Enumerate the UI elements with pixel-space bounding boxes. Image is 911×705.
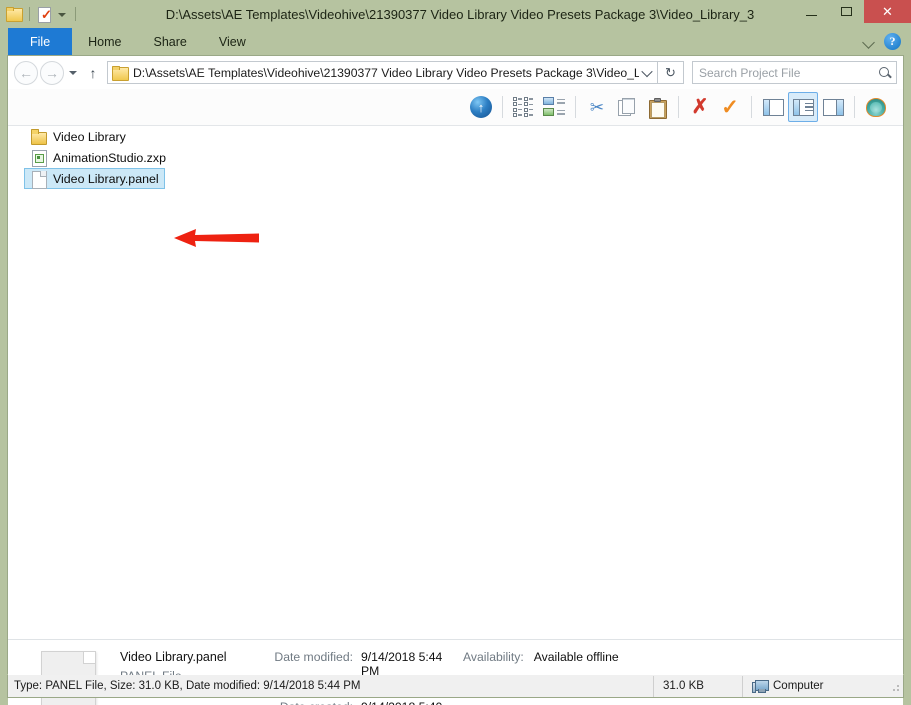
pane-split-icon [792,98,814,116]
details-row-date-modified: Date modified: 9/14/2018 5:44 PM [248,650,463,678]
scissors-icon: ✂ [589,97,605,117]
properties-icon[interactable] [37,6,52,23]
availability-value: Available offline [533,650,619,664]
status-size-text: 31.0 KB [663,680,704,692]
confirm-button[interactable]: ✓ [715,92,745,122]
window-controls: ✕ [794,0,911,28]
computer-icon [752,679,769,693]
qat-divider [29,7,30,21]
back-button[interactable]: ← [14,60,38,85]
toolbar-divider-3 [678,96,679,118]
status-location: Computer [743,679,903,693]
pane-right-icon [822,98,844,116]
details-value: 9/14/2018 5:44 PM [361,650,443,678]
details-availability-column: Availability: Available offline [463,649,619,664]
file-list[interactable]: Video Library AnimationStudio.zxp Video … [8,126,903,639]
search-input[interactable] [697,64,878,81]
details-label: Date modified: [274,650,353,664]
zxp-file-icon [30,149,48,167]
explorer-body: ← → ↑ D:\Assets\AE Templates\Videohive\2… [7,55,904,705]
address-bar-row: ← → ↑ D:\Assets\AE Templates\Videohive\2… [8,56,903,89]
chevron-down-icon[interactable] [639,69,655,77]
folder-icon [6,7,23,22]
list-item[interactable]: Video Library [24,126,132,147]
toolbar-divider-4 [751,96,752,118]
minimize-button[interactable] [794,0,829,23]
status-location-text: Computer [773,680,824,692]
search-box[interactable] [692,61,897,84]
details-row-date-created: Date created: 9/14/2018 5:40 PM [248,700,463,705]
details-value: 9/14/2018 5:40 PM [361,700,463,705]
list-view-button[interactable] [509,92,539,122]
toolbar-divider-5 [854,96,855,118]
red-x-icon: ✗ [691,96,709,118]
recent-locations-icon[interactable] [64,62,82,84]
list-item-selected[interactable]: Video Library.panel [24,168,165,189]
quick-access-toolbar [0,6,79,23]
list-item[interactable]: AnimationStudio.zxp [24,147,172,168]
ribbon-right-controls: ? [862,28,907,55]
address-path-text: D:\Assets\AE Templates\Videohive\2139037… [133,65,639,80]
pane-layout-right-button[interactable] [818,92,848,122]
close-button[interactable]: ✕ [864,0,911,23]
up-arrow-circle-icon: ↑ [470,96,492,118]
minimize-icon [806,14,817,16]
details-view-button[interactable] [539,92,569,122]
search-icon[interactable] [878,66,892,80]
list-view-icon [513,97,535,117]
forward-button[interactable]: → [40,60,64,85]
pane-left-icon [762,98,784,116]
folder-icon [30,128,48,145]
shell-extension-button[interactable] [861,92,891,122]
tab-home[interactable]: Home [72,28,137,55]
ribbon-tabs: File Home Share View [0,28,911,55]
details-view-icon [543,97,565,117]
toolbar-divider-2 [575,96,576,118]
panel-file-icon [30,170,48,189]
list-item-label: Video Library [53,129,126,144]
clipboard-paste-icon [648,97,667,119]
copy-icon [618,98,636,116]
address-bar[interactable]: D:\Assets\AE Templates\Videohive\2139037… [107,61,658,84]
maximize-button[interactable] [829,0,864,23]
pane-layout-split-button[interactable] [788,92,818,122]
folder-icon [112,65,129,81]
up-button[interactable]: ↑ [82,62,104,84]
cut-button[interactable]: ✂ [582,92,612,122]
refresh-button[interactable]: ↻ [658,61,684,84]
title-bar: D:\Assets\AE Templates\Videohive\2139037… [0,0,911,28]
qat-divider-2 [75,7,76,21]
command-toolbar: ↑ ✂ ✗ ✓ [8,89,903,126]
help-icon[interactable]: ? [884,33,901,50]
chevron-down-icon[interactable] [862,35,876,49]
tab-file[interactable]: File [8,28,73,55]
list-item-label: Video Library.panel [53,171,159,186]
pane-layout-left-button[interactable] [758,92,788,122]
tab-share[interactable]: Share [138,28,203,55]
paste-button[interactable] [642,92,672,122]
file-explorer-window: D:\Assets\AE Templates\Videohive\2139037… [0,0,911,705]
ribbon-tab-bar: File Home Share View ? [0,28,911,55]
toolbar-divider-1 [502,96,503,118]
availability-label: Availability: [463,650,524,664]
maximize-icon [841,7,852,16]
shell-icon [866,97,886,117]
customize-qat-icon[interactable] [56,8,68,20]
up-one-level-button[interactable]: ↑ [466,92,496,122]
tab-view[interactable]: View [203,28,262,55]
delete-button[interactable]: ✗ [685,92,715,122]
resize-grip[interactable] [890,684,900,694]
details-file-name: Video Library.panel [120,650,227,664]
copy-button[interactable] [612,92,642,122]
list-item-label: AnimationStudio.zxp [53,150,166,165]
status-info-text: Type: PANEL File, Size: 31.0 KB, Date mo… [14,680,361,692]
orange-check-icon: ✓ [721,95,739,119]
details-label: Date created: [248,700,353,705]
window-title: D:\Assets\AE Templates\Videohive\2139037… [165,6,755,22]
status-bar: Type: PANEL File, Size: 31.0 KB, Date mo… [7,675,904,698]
